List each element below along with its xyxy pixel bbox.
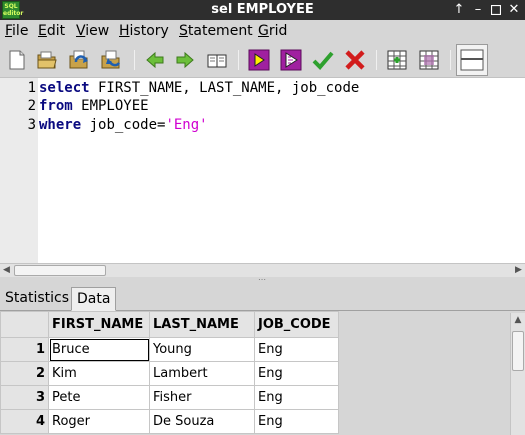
- column-header[interactable]: FIRST_NAME: [48, 311, 150, 338]
- sql-string: 'Eng': [165, 117, 208, 133]
- table-row: 2 Kim Lambert Eng: [0, 361, 339, 386]
- maximize-icon[interactable]: [487, 1, 505, 19]
- grid-cell[interactable]: Kim: [48, 361, 150, 386]
- table-row: 4 Roger De Souza Eng: [0, 409, 339, 434]
- back-arrow-icon[interactable]: [144, 49, 166, 71]
- sql-text: EMPLOYEE: [72, 98, 149, 114]
- line-number: 3: [27, 117, 36, 133]
- layout-toggle-icon[interactable]: [456, 44, 488, 76]
- grid-cell[interactable]: Lambert: [149, 361, 255, 386]
- row-number[interactable]: 1: [0, 337, 49, 362]
- save-icon[interactable]: [100, 49, 122, 71]
- line-number: 2: [27, 98, 36, 114]
- book-icon[interactable]: [206, 49, 228, 71]
- row-number[interactable]: 3: [0, 385, 49, 410]
- scroll-left-icon[interactable]: ◀: [0, 264, 13, 277]
- grid-cell[interactable]: Young: [149, 337, 255, 362]
- sql-editor-window: SQL editor sel EMPLOYEE ↑ – ✕ File Edit …: [0, 0, 525, 435]
- code-line[interactable]: where job_code='Eng': [39, 117, 208, 133]
- grid-corner[interactable]: [0, 311, 49, 338]
- grid-cell[interactable]: Pete: [48, 385, 150, 410]
- tab-data[interactable]: Data: [71, 287, 117, 311]
- scroll-right-icon[interactable]: ▶: [512, 264, 525, 277]
- grid-cell[interactable]: Eng: [254, 337, 339, 362]
- result-tabs: Statistics Data: [0, 283, 525, 311]
- grid-header-row: FIRST_NAME LAST_NAME JOB_CODE: [0, 311, 339, 338]
- grid-cell[interactable]: Fisher: [149, 385, 255, 410]
- column-header[interactable]: LAST_NAME: [149, 311, 255, 338]
- scrollbar-thumb[interactable]: [14, 265, 106, 276]
- data-grid: FIRST_NAME LAST_NAME JOB_CODE 1 Bruce Yo…: [0, 311, 339, 434]
- sql-keyword: where: [39, 117, 82, 133]
- grid-cell[interactable]: Eng: [254, 385, 339, 410]
- grid-remove-icon[interactable]: [418, 49, 440, 71]
- menu-edit[interactable]: Edit: [38, 23, 65, 39]
- line-number-gutter: 1 2 3: [0, 78, 38, 263]
- minimize-icon[interactable]: –: [469, 1, 487, 19]
- title-bar: SQL editor sel EMPLOYEE ↑ – ✕: [0, 0, 525, 20]
- sql-keyword: select: [39, 80, 90, 96]
- window-title: sel EMPLOYEE: [211, 2, 314, 17]
- menu-statement[interactable]: Statement: [179, 23, 253, 39]
- table-row: 1 Bruce Young Eng: [0, 337, 339, 362]
- column-header[interactable]: JOB_CODE: [254, 311, 339, 338]
- rollback-icon[interactable]: [344, 49, 366, 71]
- row-number[interactable]: 4: [0, 409, 49, 434]
- sql-text: FIRST_NAME, LAST_NAME, job_code: [89, 80, 360, 96]
- menu-history[interactable]: History: [119, 23, 169, 39]
- table-row: 3 Pete Fisher Eng: [0, 385, 339, 410]
- sql-editor[interactable]: 1 2 3 select FIRST_NAME, LAST_NAME, job_…: [0, 78, 525, 263]
- menu-grid[interactable]: Grid: [258, 23, 287, 39]
- scrollbar-thumb[interactable]: [512, 331, 524, 371]
- splitter-grip-icon[interactable]: ⋯: [258, 276, 267, 284]
- grid-cell[interactable]: Bruce: [48, 337, 150, 362]
- grid-cell[interactable]: Eng: [254, 361, 339, 386]
- sql-text: job_code=: [81, 117, 166, 133]
- menu-view[interactable]: View: [76, 23, 109, 39]
- toolbar: [0, 42, 525, 78]
- scroll-up-icon[interactable]: ▲: [511, 313, 525, 327]
- new-file-icon[interactable]: [6, 49, 28, 71]
- up-arrow-icon[interactable]: ↑: [450, 1, 468, 19]
- menu-file[interactable]: File: [5, 23, 28, 39]
- code-line[interactable]: select FIRST_NAME, LAST_NAME, job_code: [39, 80, 359, 96]
- menu-bar: File Edit View History Statement Grid: [0, 20, 525, 42]
- run-selected-icon[interactable]: [280, 49, 302, 71]
- commit-icon[interactable]: [312, 49, 334, 71]
- run-icon[interactable]: [248, 49, 270, 71]
- tab-statistics[interactable]: Statistics: [0, 287, 74, 311]
- row-number[interactable]: 2: [0, 361, 49, 386]
- forward-arrow-icon[interactable]: [174, 49, 196, 71]
- grid-cell[interactable]: Roger: [48, 409, 150, 434]
- grid-add-icon[interactable]: [386, 49, 408, 71]
- line-number: 1: [27, 80, 36, 96]
- grid-cell[interactable]: Eng: [254, 409, 339, 434]
- grid-vertical-scrollbar[interactable]: ▲: [510, 313, 525, 435]
- close-icon[interactable]: ✕: [505, 1, 523, 19]
- code-line[interactable]: from EMPLOYEE: [39, 98, 149, 114]
- load-icon[interactable]: [68, 49, 90, 71]
- sql-keyword: from: [39, 98, 73, 114]
- data-grid-area: FIRST_NAME LAST_NAME JOB_CODE 1 Bruce Yo…: [0, 311, 525, 435]
- open-folder-icon[interactable]: [36, 49, 58, 71]
- grid-cell[interactable]: De Souza: [149, 409, 255, 434]
